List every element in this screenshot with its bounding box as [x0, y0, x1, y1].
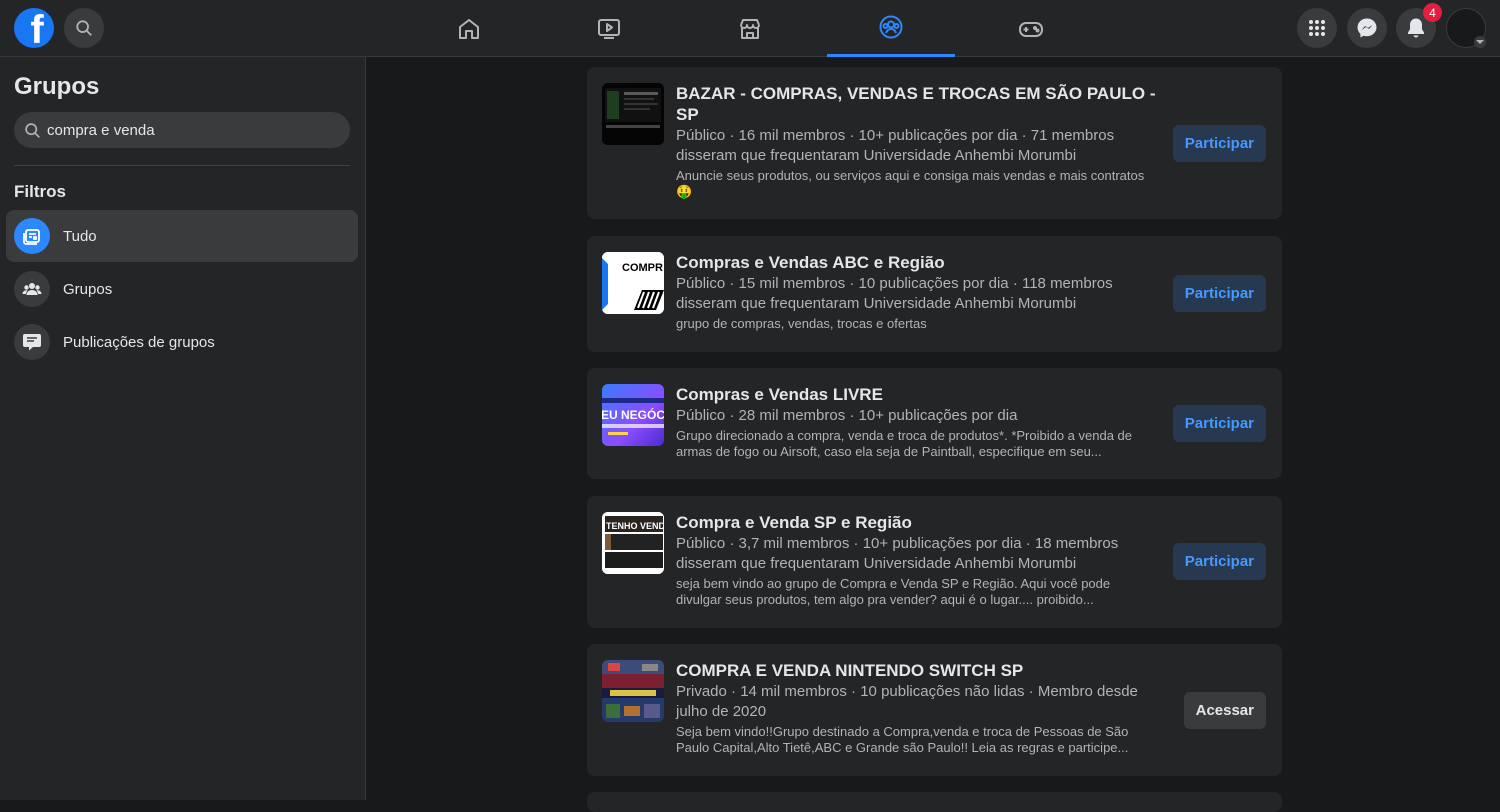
result-card[interactable]: COMPR VENDAS Compras e Vendas ABC e Regi… — [587, 236, 1282, 352]
all-results-icon — [14, 218, 50, 254]
gaming-icon — [1019, 21, 1043, 37]
search-icon — [25, 122, 40, 138]
filter-group-posts[interactable]: Publicações de grupos — [6, 316, 358, 368]
groups-icon — [879, 15, 903, 39]
group-name[interactable]: BAZAR - COMPRAS, VENDAS E TROCAS EM SÃO … — [676, 83, 1156, 125]
group-description: Seja bem vindo!!Grupo destinado a Compra… — [676, 724, 1129, 755]
sidebar: Grupos Filtros Tudo Grupos Publicações d… — [0, 57, 366, 800]
join-button[interactable]: Participar — [1172, 543, 1266, 580]
group-thumbnail[interactable]: TENHO VENDE COMPRA — [602, 512, 664, 574]
group-description: Anuncie seus produtos, ou serviços aqui … — [676, 168, 1145, 199]
result-info: Compra e Venda SP e Região Público · 3,7… — [676, 512, 1156, 608]
notification-badge: 4 — [1423, 3, 1442, 22]
tab-watch[interactable] — [545, 0, 673, 57]
group-thumbnail[interactable]: EU NEGÓCIO — [602, 384, 664, 446]
thumbnail-text: TENHO VENDE COMPRA — [606, 521, 664, 531]
group-description: grupo de compras, vendas, trocas e ofert… — [676, 316, 927, 331]
group-thumbnail[interactable] — [602, 660, 664, 722]
search-input[interactable] — [47, 121, 327, 139]
search-box[interactable] — [14, 112, 350, 148]
watch-icon — [598, 18, 620, 39]
marketplace-icon — [740, 18, 760, 39]
group-meta: Público · 15 mil membros · 10 publicaçõe… — [676, 275, 1113, 312]
group-meta: Privado · 14 mil membros · 10 publicaçõe… — [676, 683, 1138, 720]
join-button[interactable]: Participar — [1172, 405, 1266, 442]
thumbnail-text: COMPR VENDAS — [622, 262, 664, 274]
facebook-logo[interactable]: f — [14, 8, 54, 48]
group-thumbnail[interactable]: COMPR VENDAS — [602, 252, 664, 314]
tab-groups[interactable] — [827, 0, 955, 57]
group-meta: Público · 16 mil membros · 10+ publicaçõ… — [676, 127, 1115, 164]
filters-title: Filtros — [14, 182, 66, 201]
top-bar: f 4 — [0, 0, 1500, 57]
group-meta: Público · 3,7 mil membros · 10+ publicaç… — [676, 535, 1119, 572]
join-button[interactable]: Participar — [1172, 275, 1266, 312]
home-icon — [459, 18, 479, 39]
group-posts-icon — [14, 324, 50, 360]
filter-groups[interactable]: Grupos — [6, 263, 358, 315]
group-meta: Público · 28 mil membros · 10+ publicaçõ… — [676, 407, 1018, 424]
group-thumbnail[interactable] — [602, 83, 664, 145]
group-name[interactable]: Compras e Vendas ABC e Região — [676, 252, 1156, 273]
tab-gaming[interactable] — [967, 0, 1095, 57]
divider — [14, 165, 350, 166]
messenger-icon[interactable] — [1347, 8, 1387, 48]
group-name[interactable]: COMPRA E VENDA NINTENDO SWITCH SP — [676, 660, 1156, 681]
page-title: Grupos — [14, 73, 100, 100]
result-card[interactable] — [587, 792, 1282, 812]
result-card[interactable]: TENHO VENDE COMPRA Compra e Venda SP e R… — [587, 496, 1282, 628]
group-name[interactable]: Compras e Vendas LIVRE — [676, 384, 1156, 405]
result-card[interactable]: BAZAR - COMPRAS, VENDAS E TROCAS EM SÃO … — [587, 67, 1282, 219]
join-button[interactable]: Participar — [1172, 125, 1266, 162]
filter-label: Publicações de grupos — [63, 333, 215, 351]
group-name[interactable]: Compra e Venda SP e Região — [676, 512, 1156, 533]
group-description: Grupo direcionado a compra, venda e troc… — [676, 428, 1133, 459]
thumbnail-text: EU NEGÓCIO — [602, 407, 664, 422]
filter-label: Grupos — [63, 280, 113, 298]
tab-marketplace[interactable] — [686, 0, 814, 57]
result-info: BAZAR - COMPRAS, VENDAS E TROCAS EM SÃO … — [676, 83, 1156, 200]
result-card[interactable]: COMPRA E VENDA NINTENDO SWITCH SP Privad… — [587, 644, 1282, 776]
result-card[interactable]: EU NEGÓCIO Compras e Vendas LIVRE Públic… — [587, 368, 1282, 479]
tab-home[interactable] — [405, 0, 533, 57]
groups-icon — [14, 271, 50, 307]
chevron-down-icon[interactable] — [1474, 36, 1486, 48]
filter-label: Tudo — [63, 227, 97, 245]
menu-icon[interactable] — [1297, 8, 1337, 48]
access-button[interactable]: Acessar — [1183, 692, 1266, 729]
result-info: Compras e Vendas LIVRE Público · 28 mil … — [676, 384, 1156, 460]
group-description: seja bem vindo ao grupo de Compra e Vend… — [676, 576, 1111, 607]
search-icon[interactable] — [64, 8, 104, 48]
result-info: Compras e Vendas ABC e Região Público · … — [676, 252, 1156, 332]
filter-all[interactable]: Tudo — [6, 210, 358, 262]
result-info: COMPRA E VENDA NINTENDO SWITCH SP Privad… — [676, 660, 1156, 756]
